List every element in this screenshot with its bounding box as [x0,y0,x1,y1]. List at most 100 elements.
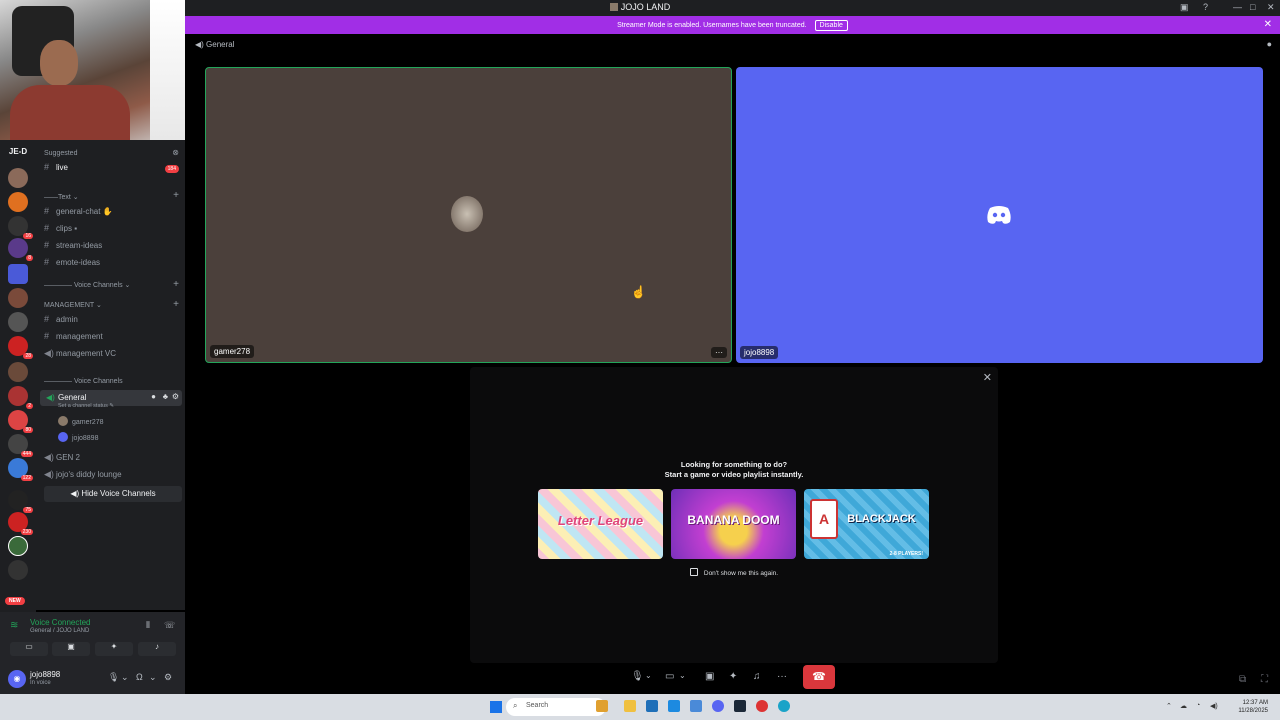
hide-voice-channels-button[interactable]: ◀) Hide Voice Channels [44,486,182,502]
server-icon[interactable]: 28 [8,336,33,359]
chat-icon[interactable]: ● [151,392,156,401]
settings-icon[interactable]: ⚙ [172,392,179,401]
mail-icon[interactable] [668,700,680,712]
network-icon[interactable]: ☁ [1180,702,1187,710]
server-icon[interactable] [8,312,28,332]
wifi-icon[interactable]: ◔ [1196,702,1200,709]
channel-admin[interactable]: # admin [44,314,184,330]
soundboard-icon[interactable]: ♫ [753,671,761,682]
channel-live[interactable]: # live [44,162,184,178]
popout-icon[interactable]: ⧉ [1239,674,1246,685]
taskbar-clock[interactable]: 12:37 AM 11/28/2025 [1238,699,1268,715]
server-icon[interactable]: 444 [8,434,33,457]
chat-icon[interactable]: ● [1267,39,1272,49]
activities-button[interactable]: ✦ [95,642,133,656]
activity-blackjack[interactable]: A BLACKJACK 2-8 PLAYERS! [804,489,929,559]
add-channel-icon[interactable]: + [173,279,179,290]
fullscreen-icon[interactable]: ⛶ [1261,674,1268,685]
checkbox-icon[interactable] [689,568,698,576]
inbox-icon[interactable]: ▣ [1180,2,1189,13]
user-avatar[interactable]: ◉ [8,670,26,688]
activities-icon[interactable]: ✦ [729,671,737,682]
chevron-down-icon[interactable]: ⌄ [121,672,129,683]
voice-user-jojo8898[interactable]: jojo8898 [58,432,198,448]
file-explorer-icon[interactable] [624,700,636,712]
channel-emote-ideas[interactable]: # emote-ideas [44,257,184,273]
server-icon[interactable] [8,362,28,382]
category-text[interactable]: ——Text ⌄ [44,193,79,201]
chevron-down-icon[interactable]: ⌄ [149,672,157,683]
end-call-button[interactable]: ☎ [803,665,835,689]
server-icon[interactable]: 80 [8,410,33,433]
server-icon[interactable] [8,192,28,212]
channel-management[interactable]: # management [44,331,184,347]
chevron-up-icon[interactable]: ⌃ [1166,702,1172,710]
disconnect-icon[interactable]: ☏ [164,620,175,631]
folder-icon[interactable] [8,264,28,284]
dont-show-again-checkbox[interactable]: Don't show me this again. [470,568,998,577]
app-icon[interactable] [690,700,702,712]
microphone-icon[interactable]: 🎙 [631,671,644,682]
close-icon[interactable]: ✕ [983,371,992,384]
server-icon[interactable]: 2 [8,386,33,409]
voice-channel-gen2[interactable]: ◀) GEN 2 [44,452,184,468]
camera-off-icon[interactable]: ▭ [665,671,674,682]
category-voice-channels-2[interactable]: ———— Voice Channels [44,378,123,385]
server-icon[interactable] [8,560,28,580]
help-icon[interactable]: ? [1203,2,1208,12]
maximize-icon[interactable]: □ [1250,2,1255,12]
close-icon[interactable]: ✕ [1264,19,1272,30]
server-icon[interactable]: 16 [8,216,33,239]
close-window-icon[interactable]: ✕ [1267,2,1275,13]
more-icon[interactable]: ··· [777,671,787,682]
headphones-icon[interactable]: Ω [136,672,143,682]
noise-suppression-icon[interactable]: ⦀ [146,620,150,631]
volume-icon[interactable]: ◀) [1210,702,1218,710]
edge-icon[interactable] [778,700,790,712]
video-tile-gamer278[interactable]: gamer278 ··· ☝ [205,67,732,363]
taskbar-search[interactable]: ⌕ Search [506,698,606,716]
soundboard-button[interactable]: ♪ [138,642,176,656]
category-voice-channels[interactable]: ———— Voice Channels ⌄ [44,281,130,289]
chevron-down-icon[interactable]: ⌄ [679,671,686,680]
username[interactable]: jojo8898 [30,670,60,679]
channel-clips[interactable]: # clips ▪ [44,223,184,239]
microphone-icon[interactable]: 🎙 [108,672,119,683]
windows-start-icon[interactable] [490,701,502,713]
server-icon[interactable]: 8 [8,238,33,261]
steam-icon[interactable] [734,700,746,712]
more-options-icon[interactable]: ··· [711,347,727,358]
channel-status-hint[interactable]: Set a channel status ✎ [58,403,114,409]
minimize-icon[interactable]: — [1233,2,1242,12]
add-member-icon[interactable]: ♣ [163,392,168,401]
widget-icon[interactable] [596,700,608,712]
chrome-icon[interactable] [756,700,768,712]
dismiss-icon[interactable]: ⊗ [172,148,179,157]
screen-share-icon[interactable]: ▣ [705,671,714,682]
discord-icon[interactable] [712,700,724,712]
server-icon[interactable] [8,168,28,188]
activity-banana-doom[interactable]: BANANA DOOM [671,489,796,559]
user-settings-icon[interactable]: ⚙ [164,672,172,683]
video-tile-jojo8898[interactable]: jojo8898 [736,67,1263,363]
channel-stream-ideas[interactable]: # stream-ideas [44,240,184,256]
voice-location[interactable]: General / JOJO LAND [30,628,89,634]
screen-share-button[interactable]: ▣ [52,642,90,656]
server-icon[interactable]: 75 [8,490,33,513]
add-channel-icon[interactable]: + [173,299,179,310]
channel-management-vc[interactable]: ◀) management VC [44,348,184,364]
server-icon[interactable]: 122 [8,458,33,481]
channel-general-chat[interactable]: # general-chat ✋ [44,206,184,222]
category-management[interactable]: MANAGEMENT ⌄ [44,301,102,309]
chevron-down-icon[interactable]: ⌄ [645,671,652,680]
voice-user-gamer278[interactable]: gamer278 [58,416,198,432]
server-icon[interactable] [8,536,28,556]
disable-streamer-mode-button[interactable]: Disable [814,20,848,31]
activity-letter-league[interactable]: Letter League [538,489,663,559]
store-icon[interactable] [646,700,658,712]
server-icon[interactable] [8,288,28,308]
camera-toggle-button[interactable]: ▭ [10,642,48,656]
add-channel-icon[interactable]: + [173,190,179,201]
server-icon[interactable]: 230 [8,512,33,535]
voice-channel-lounge[interactable]: ◀) jojo's diddy lounge [44,469,184,485]
